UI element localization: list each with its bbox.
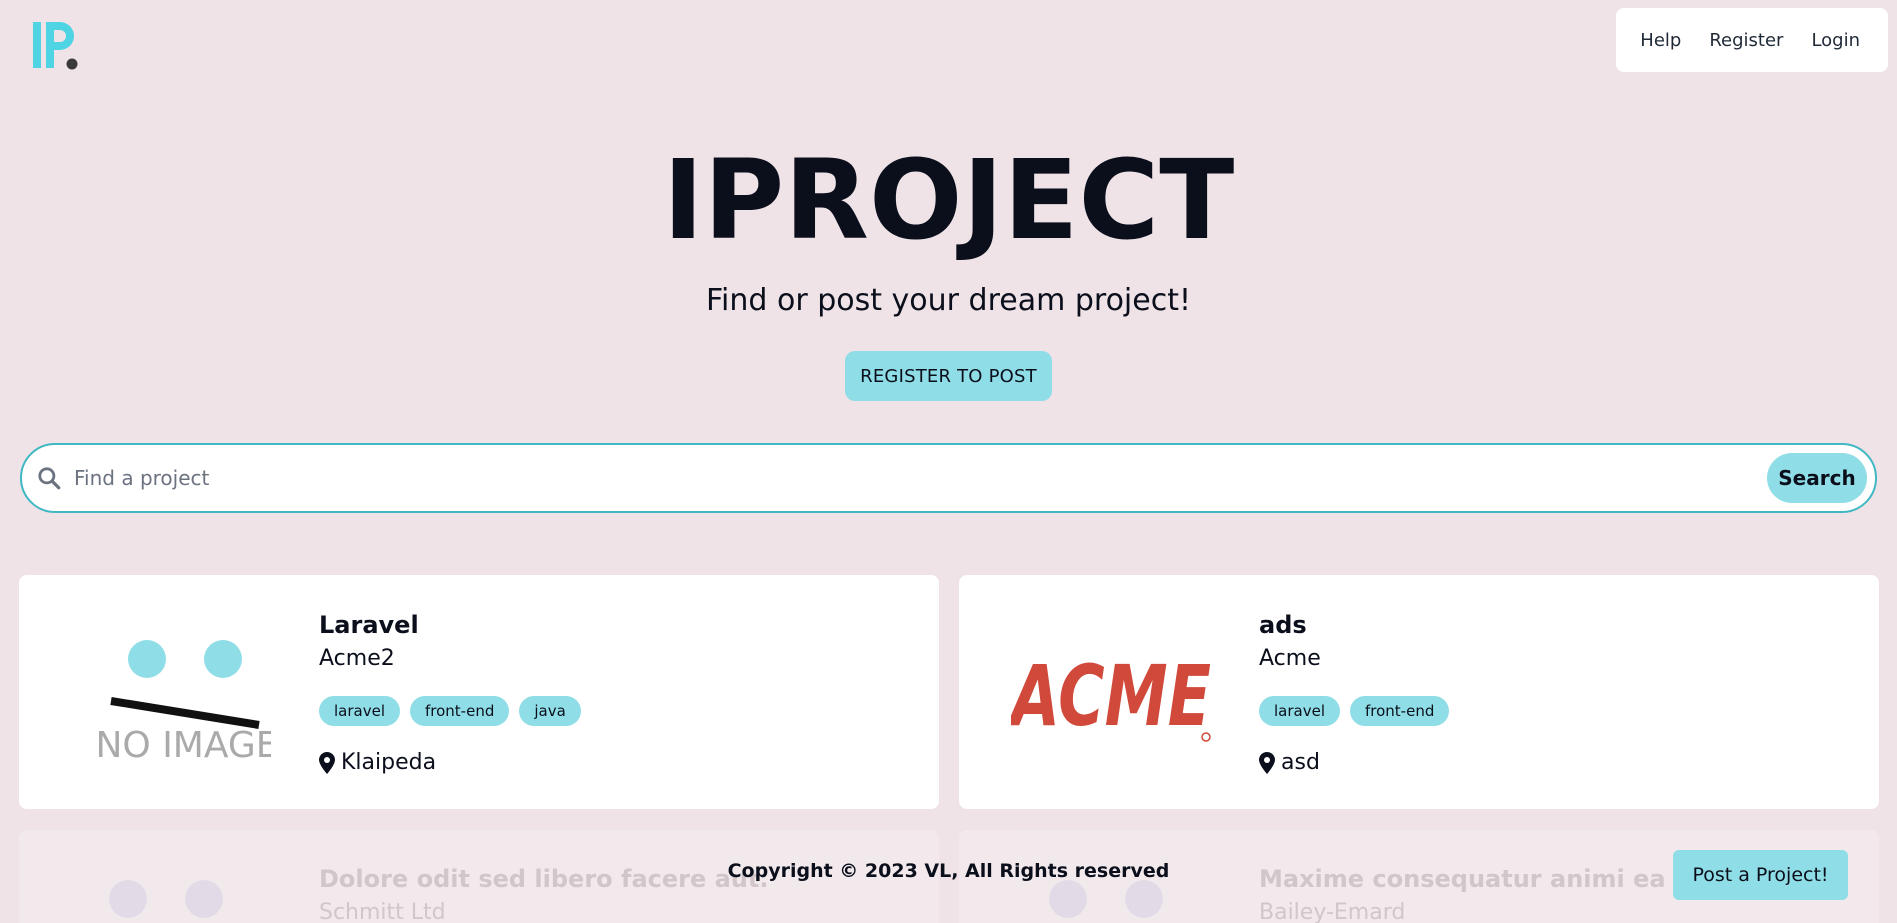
tag[interactable]: front-end — [410, 696, 510, 726]
no-image-placeholder: NO IMAGE — [95, 640, 271, 765]
post-project-button[interactable]: Post a Project! — [1673, 850, 1848, 900]
register-to-post-button[interactable]: REGISTER TO POST — [845, 351, 1052, 401]
top-nav: Help Register Login — [1616, 8, 1888, 72]
project-location: asd — [1259, 750, 1320, 775]
no-image-text: NO IMAGE — [95, 725, 271, 765]
project-company: Schmitt Ltd — [319, 900, 446, 923]
iproject-logo[interactable] — [30, 22, 90, 72]
map-pin-icon — [1259, 751, 1275, 774]
search-bar: Search — [20, 443, 1877, 513]
nav-register-link[interactable]: Register — [1695, 30, 1797, 51]
tag[interactable]: laravel — [319, 696, 400, 726]
project-tags: laravel front-end java — [319, 696, 581, 726]
project-company: Acme2 — [319, 646, 395, 671]
copyright-text: Copyright © 2023 VL, All Rights reserved — [727, 860, 1170, 882]
project-title[interactable]: ads — [1259, 611, 1307, 639]
tag[interactable]: laravel — [1259, 696, 1340, 726]
page-subtitle: Find or post your dream project! — [705, 283, 1191, 318]
project-location: Klaipeda — [319, 750, 436, 775]
placeholder-dot — [185, 880, 223, 918]
location-label: asd — [1281, 750, 1320, 775]
acme-logo: ACME — [1011, 647, 1211, 745]
nav-login-link[interactable]: Login — [1797, 30, 1874, 51]
nav-help-link[interactable]: Help — [1626, 30, 1695, 51]
tag[interactable]: front-end — [1350, 696, 1450, 726]
placeholder-dot — [109, 880, 147, 918]
tag[interactable]: java — [519, 696, 581, 726]
acme-logo-text: ACME — [1011, 647, 1211, 745]
project-company: Bailey-Emard — [1259, 900, 1406, 923]
search-icon — [38, 467, 61, 490]
project-company: Acme — [1259, 646, 1321, 671]
project-title[interactable]: Laravel — [319, 611, 419, 639]
page-title: IPROJECT — [662, 136, 1235, 264]
search-input[interactable] — [74, 458, 1767, 498]
placeholder-dot — [1125, 880, 1163, 918]
project-card[interactable]: NO IMAGE Laravel Acme2 laravel front-end… — [19, 575, 939, 809]
project-card[interactable]: ACME ads Acme laravel front-end asd — [959, 575, 1879, 809]
placeholder-dot — [1049, 880, 1087, 918]
search-button[interactable]: Search — [1767, 453, 1867, 503]
location-label: Klaipeda — [341, 750, 437, 775]
map-pin-icon — [319, 751, 335, 774]
project-tags: laravel front-end — [1259, 696, 1450, 726]
